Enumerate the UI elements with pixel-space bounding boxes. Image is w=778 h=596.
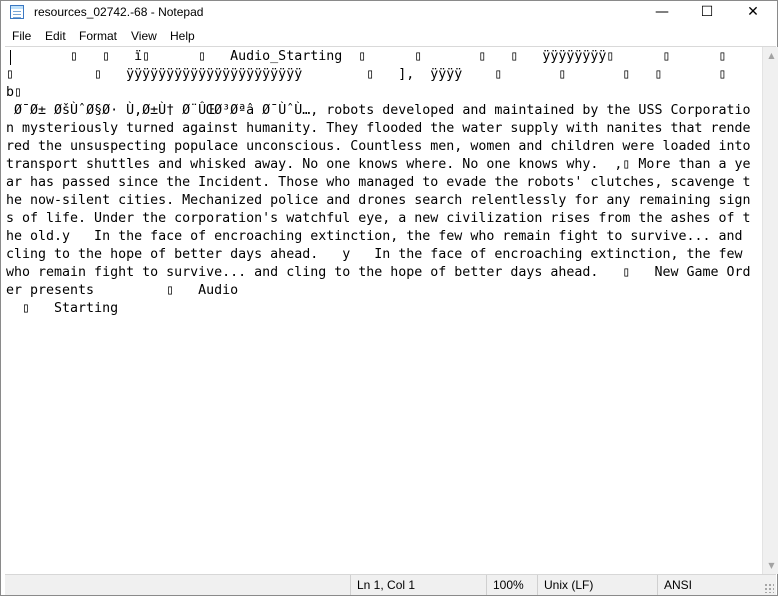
menu-format[interactable]: Format	[79, 29, 117, 43]
status-cursor-position: Ln 1, Col 1	[350, 575, 480, 595]
window-title: resources_02742.-68 - Notepad	[34, 5, 204, 19]
maximize-button[interactable]: ☐	[684, 1, 730, 24]
status-zoom: 100%	[486, 575, 538, 595]
resize-grip-icon[interactable]	[764, 583, 774, 593]
status-bar: Ln 1, Col 1 100% Unix (LF) ANSI	[5, 574, 776, 595]
menu-bar: File Edit Format View Help	[1, 25, 777, 46]
text-editor[interactable]: ▯ ▯ ï▯ ▯ Audio_Starting ▯ ▯ ▯ ▯ ÿÿÿÿÿÿÿÿ…	[6, 48, 758, 568]
scroll-down-arrow-icon[interactable]: ▼	[763, 557, 778, 574]
menu-file[interactable]: File	[12, 29, 31, 43]
close-button[interactable]: ✕	[730, 1, 776, 24]
scroll-up-arrow-icon[interactable]: ▲	[763, 47, 778, 64]
text-caret	[10, 50, 11, 65]
notepad-app-icon[interactable]	[10, 5, 24, 19]
menu-edit[interactable]: Edit	[45, 29, 66, 43]
status-encoding: ANSI	[657, 575, 757, 595]
status-line-endings: Unix (LF)	[537, 575, 659, 595]
notepad-window: resources_02742.-68 - Notepad — ☐ ✕ File…	[0, 0, 778, 596]
title-bar[interactable]: resources_02742.-68 - Notepad — ☐ ✕	[1, 1, 777, 24]
editor-frame: ▯ ▯ ï▯ ▯ Audio_Starting ▯ ▯ ▯ ▯ ÿÿÿÿÿÿÿÿ…	[5, 46, 778, 574]
menu-help[interactable]: Help	[170, 29, 195, 43]
minimize-button[interactable]: —	[639, 1, 685, 24]
menu-view[interactable]: View	[131, 29, 157, 43]
vertical-scrollbar[interactable]: ▲ ▼	[762, 47, 778, 574]
